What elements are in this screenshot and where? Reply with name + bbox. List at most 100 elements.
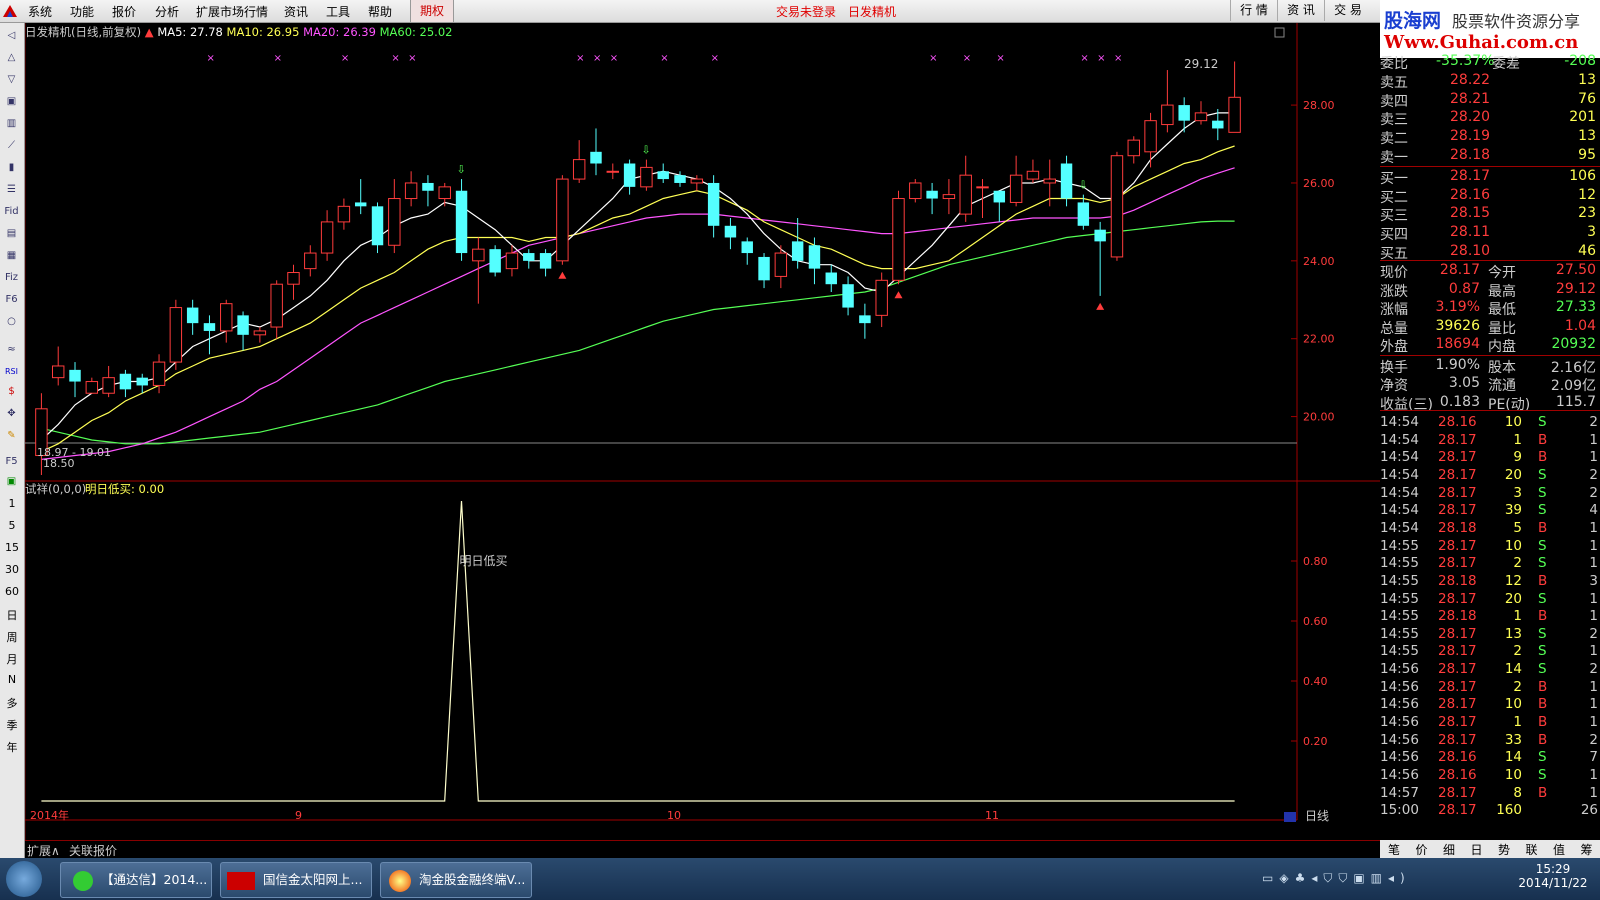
menu-quote[interactable]: 报价	[112, 3, 136, 20]
sell-volume: 13	[1578, 72, 1596, 88]
sell-row[interactable]: 卖五 28.22 13	[1380, 72, 1600, 91]
wave-icon[interactable]: ≈	[3, 341, 20, 358]
start-button[interactable]	[6, 861, 42, 897]
doc-icon[interactable]: ▤	[3, 225, 20, 242]
side-tab[interactable]: 筹	[1581, 841, 1593, 858]
menu-help[interactable]: 帮助	[368, 3, 392, 20]
sell-row[interactable]: 卖二 28.19 13	[1380, 128, 1600, 147]
menu-function[interactable]: 功能	[70, 3, 94, 20]
tick-row: 14:55 28.17 10 S 1	[1380, 538, 1600, 556]
buy-volume: 106	[1569, 168, 1596, 184]
tick-row: 14:56 28.17 2 B 1	[1380, 679, 1600, 697]
chart-info-bar: 日发精机(日线,前复权) ▲ MA5: 27.78 MA10: 26.95 MA…	[25, 24, 452, 40]
ma10-label: MA10: 26.95	[226, 25, 300, 39]
side-tab[interactable]: 势	[1498, 841, 1510, 858]
tick-count: 2	[1589, 484, 1598, 501]
system-tray-icons[interactable]: ▭◈♣◂⛉⛉▣▥◂)	[1262, 871, 1462, 887]
sell-row[interactable]: 卖一 28.18 95	[1380, 147, 1600, 166]
menu-analysis[interactable]: 分析	[155, 3, 179, 20]
side-tab[interactable]: 日	[1471, 841, 1483, 858]
side-tab[interactable]: 价	[1416, 841, 1428, 858]
taojin-app-icon	[389, 869, 411, 892]
tab-news[interactable]: 资 讯	[1277, 0, 1324, 21]
tick-row: 14:55 28.17 2 S 1	[1380, 643, 1600, 661]
fid-icon[interactable]: Fid	[3, 203, 20, 220]
period-5min[interactable]: 5	[0, 519, 24, 532]
menu-options[interactable]: 期权	[410, 0, 454, 22]
sell-volume: 13	[1578, 128, 1596, 145]
grid-icon[interactable]: ▥	[3, 115, 20, 132]
buy-row[interactable]: 买三 28.15 23	[1380, 205, 1600, 224]
side-tab[interactable]: 笔	[1388, 841, 1400, 858]
taskbar-guosen[interactable]: 国信金太阳网上...	[220, 862, 372, 898]
tick-price: 28.17	[1438, 714, 1477, 731]
clock[interactable]: 15:29 2014/11/22	[1510, 862, 1596, 890]
period-30min[interactable]: 30	[0, 563, 24, 576]
tick-count: 2	[1589, 625, 1598, 642]
period-15min[interactable]: 15	[0, 541, 24, 554]
taskbar-tdx-label: 【通达信】2014...	[101, 872, 208, 887]
sell-arrow-icon: ⇩	[457, 163, 466, 176]
pencil-icon[interactable]: ✎	[3, 427, 20, 444]
period-1min[interactable]: 1	[0, 497, 24, 510]
tab-market[interactable]: 行 情	[1230, 0, 1277, 21]
tick-side: S	[1538, 502, 1547, 519]
buy-row[interactable]: 买四 28.11 3	[1380, 224, 1600, 243]
circle-icon[interactable]: ○	[3, 313, 20, 330]
period-60min[interactable]: 60	[0, 585, 24, 598]
tick-price: 28.17	[1438, 802, 1477, 819]
signal-markers: × × × × × × × × × × × × × × × × ⇩ ⇩ ⇩	[206, 53, 1122, 310]
f6-icon[interactable]: F6	[3, 291, 20, 308]
period-n[interactable]: N	[0, 673, 24, 686]
scroll-handle[interactable]	[1284, 812, 1296, 822]
period-season[interactable]: 季	[0, 717, 24, 733]
tick-time: 14:55	[1380, 537, 1419, 554]
menu-extended-market[interactable]: 扩展市场行情	[196, 3, 268, 20]
sell-row[interactable]: 卖四 28.21 76	[1380, 91, 1600, 110]
period-month[interactable]: 月	[0, 651, 24, 667]
tick-price: 28.17	[1438, 625, 1477, 642]
kline-chart[interactable]: 28.0026.0024.0022.0020.00 × × × × × × × × × × × × × ×…	[25, 23, 1380, 840]
menu-tools[interactable]: 工具	[326, 3, 350, 20]
buy-row[interactable]: 买一 28.17 106	[1380, 168, 1600, 187]
period-year[interactable]: 年	[0, 739, 24, 755]
tick-count: 26	[1580, 802, 1598, 819]
period-week[interactable]: 周	[0, 629, 24, 645]
tick-side: B	[1538, 678, 1548, 695]
sell-row[interactable]: 卖三 28.20 201	[1380, 109, 1600, 128]
taskbar-taojin[interactable]: 淘金股金融终端V...	[380, 862, 532, 898]
tab-extended[interactable]: 扩展∧	[27, 842, 60, 859]
tab-trade[interactable]: 交 易	[1324, 0, 1371, 21]
rsi-icon[interactable]: RSI	[3, 363, 20, 380]
side-tab[interactable]: 值	[1553, 841, 1565, 858]
f5-icon[interactable]: F5	[3, 453, 20, 470]
side-tab[interactable]: 细	[1443, 841, 1455, 858]
menu-news[interactable]: 资讯	[284, 3, 308, 20]
zoom-icon[interactable]: ▣	[3, 93, 20, 110]
fiz-icon[interactable]: Fiz	[3, 269, 20, 286]
back-arrow-icon[interactable]: ◁	[3, 27, 20, 44]
menu-system[interactable]: 系统	[28, 3, 52, 20]
buy-row[interactable]: 买五 28.10 46	[1380, 243, 1600, 262]
money-icon[interactable]: $	[3, 383, 20, 400]
down-arrow-icon[interactable]: ▽	[3, 71, 20, 88]
calc-icon[interactable]: ▦	[3, 247, 20, 264]
window-restore-icon[interactable]	[1274, 27, 1285, 38]
tick-volume: 160	[1496, 802, 1522, 819]
up-arrow-icon[interactable]: △	[3, 49, 20, 66]
side-tab[interactable]: 联	[1526, 841, 1538, 858]
line-chart-icon[interactable]: ⟋	[3, 137, 20, 154]
tab-related-quotes[interactable]: 关联报价	[69, 842, 117, 859]
period-multi[interactable]: 多	[0, 695, 24, 711]
buy-row[interactable]: 买二 28.16 12	[1380, 187, 1600, 206]
chart-toggle-icon[interactable]: ▣	[3, 473, 20, 490]
tick-volume: 39	[1504, 502, 1522, 519]
list-icon[interactable]: ☰	[3, 181, 20, 198]
candle-icon[interactable]: ▮	[3, 159, 20, 176]
move-icon[interactable]: ✥	[3, 405, 20, 422]
period-day[interactable]: 日	[0, 607, 24, 623]
tick-row: 14:56 28.17 10 B 1	[1380, 696, 1600, 714]
taskbar-tdx[interactable]: 【通达信】2014...	[60, 862, 212, 898]
candle-body-up	[220, 303, 233, 332]
stat-row: 外盘 18694 内盘 20932	[1380, 336, 1600, 355]
